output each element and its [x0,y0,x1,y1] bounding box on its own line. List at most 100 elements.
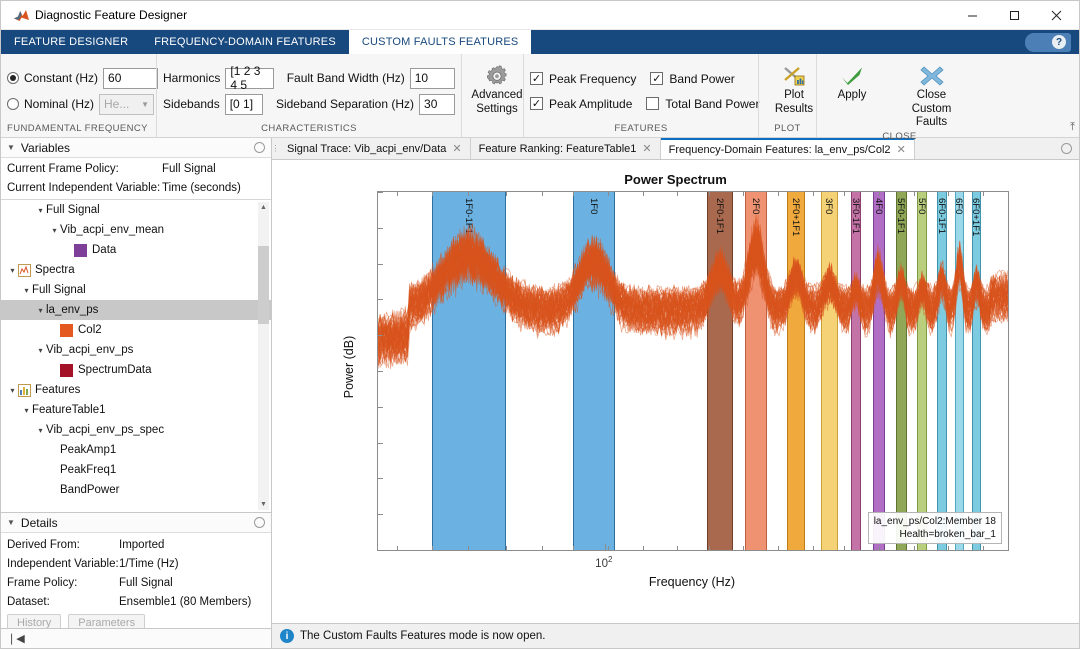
tree-twisty-icon[interactable]: ▾ [49,226,60,235]
tree-twisty-icon[interactable]: ▾ [35,306,46,315]
tree-twisty-icon[interactable]: ▾ [21,406,32,415]
variables-tree-scrollbar[interactable]: ▲ ▼ [258,202,269,510]
tree-item-full-signal[interactable]: ▾Full Signal [1,280,271,300]
tree-item-vib-acpi-env-ps-spec[interactable]: ▾Vib_acpi_env_ps_spec [1,420,271,440]
minimize-button[interactable] [951,1,993,29]
tree-twisty-icon[interactable]: ▾ [21,286,32,295]
ribbon-tab-feature-designer[interactable]: FEATURE DESIGNER [1,30,141,54]
document-tab-close-icon[interactable]: ✕ [642,142,651,155]
constant-radio[interactable] [7,72,19,84]
details-twisty-icon[interactable]: ▼ [7,518,15,527]
color-swatch [60,364,73,377]
tree-item-spectrumdata[interactable]: SpectrumData [1,360,271,380]
tree-twisty-icon[interactable]: ▾ [7,386,18,395]
peak-amplitude-checkbox-row[interactable]: ✓ Peak Amplitude [530,93,632,114]
document-tab-close-icon[interactable]: ✕ [452,142,461,155]
ribbon-tab-frequency-domain-features[interactable]: FREQUENCY-DOMAIN FEATURES [141,30,349,54]
scroll-up-icon[interactable]: ▲ [258,202,269,213]
tree-item-col2[interactable]: Col2 [1,320,271,340]
plot-results-label-line1: Plot [784,89,804,102]
peak-amplitude-checkbox[interactable]: ✓ [530,97,543,110]
harmonics-row: Harmonics [1 2 3 4 5 Fault Band Width (H… [163,68,455,89]
doc-options-icon[interactable] [1053,138,1079,159]
tree-item-label: Vib_acpi_env_ps [46,344,133,356]
left-panel: ▼ Variables Current Frame Policy: Full S… [1,138,272,648]
window-title: Diagnostic Feature Designer [35,8,187,22]
constant-frequency-input[interactable]: 60 [103,68,158,89]
advanced-settings-group-label [468,134,517,137]
current-frame-policy-label: Current Frame Policy: [7,163,162,175]
tree-item-label: SpectrumData [78,364,152,376]
close-button[interactable] [1035,1,1077,29]
gear-icon [485,64,509,88]
nominal-frequency-dropdown[interactable]: He... ▼ [99,94,154,115]
maximize-button[interactable] [993,1,1035,29]
collapse-left-panel-icon[interactable]: ❘◀ [7,632,25,645]
x-tick-mark [397,546,398,550]
features-icon [18,384,31,397]
detail-row-derived-from: Derived From: Imported [1,535,271,554]
apply-button[interactable]: Apply [823,62,881,104]
fault-band-width-input[interactable]: 10 [410,68,455,89]
fundamental-frequency-group-label: FUNDAMENTAL FREQUENCY [7,123,150,137]
sideband-separation-label: Sideband Separation (Hz) [276,97,414,111]
total-band-power-checkbox-row[interactable]: Total Band Power [646,93,759,114]
tree-item-spectra[interactable]: ▾Spectra [1,260,271,280]
tree-item-peakamp1[interactable]: PeakAmp1 [1,440,271,460]
scrollbar-thumb[interactable] [258,246,269,324]
x-tick-label: 102 [595,555,612,570]
total-band-power-label: Total Band Power [665,97,759,111]
tree-item-data[interactable]: Data [1,240,271,260]
plot-results-button[interactable]: Plot Results [765,62,823,118]
ribbon-tab-custom-faults-features[interactable]: CUSTOM FAULTS FEATURES [349,30,532,54]
document-tab-label: Frequency-Domain Features: la_env_ps/Col… [669,144,891,156]
tree-item-bandpower[interactable]: BandPower [1,480,271,500]
x-tick-mark [778,546,779,550]
plot-group-label: PLOT [765,123,810,137]
doc-tabs-grip[interactable]: ⋮ [272,138,279,159]
tree-item-la-env-ps[interactable]: ▾la_env_ps [1,300,271,320]
tree-item-features[interactable]: ▾Features [1,380,271,400]
close-x-icon [919,64,945,88]
tree-item-peakfreq1[interactable]: PeakFreq1 [1,460,271,480]
tree-item-featuretable1[interactable]: ▾FeatureTable1 [1,400,271,420]
x-tick-mark [844,192,845,196]
document-tab-label: Feature Ranking: FeatureTable1 [479,143,637,155]
tree-item-full-signal[interactable]: ▾Full Signal [1,200,271,220]
collapse-ribbon-button[interactable]: ⤒ [1066,54,1079,137]
peak-frequency-checkbox-row[interactable]: ✓ Peak Frequency [530,68,636,89]
tree-item-label: PeakFreq1 [60,464,116,476]
detail-dataset-value: Ensemble1 (80 Members) [119,596,251,608]
sideband-separation-input[interactable]: 30 [419,94,455,115]
close-custom-faults-button[interactable]: Close Custom Faults [887,62,976,131]
tree-twisty-icon[interactable]: ▾ [35,426,46,435]
band-power-checkbox[interactable]: ✓ [650,72,663,85]
variables-twisty-icon[interactable]: ▼ [7,143,15,152]
total-band-power-checkbox[interactable] [646,97,659,110]
band-power-checkbox-row[interactable]: ✓ Band Power [650,68,734,89]
nominal-radio[interactable] [7,98,19,110]
derived-from-label: Derived From: [7,539,119,551]
band-power-label: Band Power [669,72,734,86]
advanced-settings-button[interactable]: Advanced Settings [468,62,526,118]
help-button[interactable]: ? [1025,33,1071,52]
harmonics-input[interactable]: [1 2 3 4 5 [225,68,273,89]
variables-summary: Current Frame Policy: Full Signal Curren… [1,158,271,200]
sidebands-input[interactable]: [0 1] [225,94,263,115]
document-tab-1[interactable]: Feature Ranking: FeatureTable1 ✕ [471,138,661,159]
document-tab-0[interactable]: Signal Trace: Vib_acpi_env/Data✕ [279,138,471,159]
tree-item-vib-acpi-env-ps[interactable]: ▾Vib_acpi_env_ps [1,340,271,360]
power-spectrum-plot[interactable]: 1F0-1F11F02F0-1F12F02F0+1F13F03F0-1F14F0… [377,191,1009,551]
y-axis-label: Power (dB) [342,307,356,427]
details-options-icon[interactable] [254,517,265,528]
tree-twisty-icon[interactable]: ▾ [7,266,18,275]
panel-options-icon[interactable] [254,142,265,153]
variables-tree[interactable]: ▲ ▼ ▾Full Signal▾Vib_acpi_env_meanData▾S… [1,200,271,513]
peak-frequency-checkbox[interactable]: ✓ [530,72,543,85]
peak-amplitude-label: Peak Amplitude [549,97,632,111]
scroll-down-icon[interactable]: ▼ [258,499,269,510]
tree-item-vib-acpi-env-mean[interactable]: ▾Vib_acpi_env_mean [1,220,271,240]
tree-twisty-icon[interactable]: ▾ [35,206,46,215]
characteristics-body: Harmonics [1 2 3 4 5 Fault Band Width (H… [163,59,455,123]
tree-twisty-icon[interactable]: ▾ [35,346,46,355]
